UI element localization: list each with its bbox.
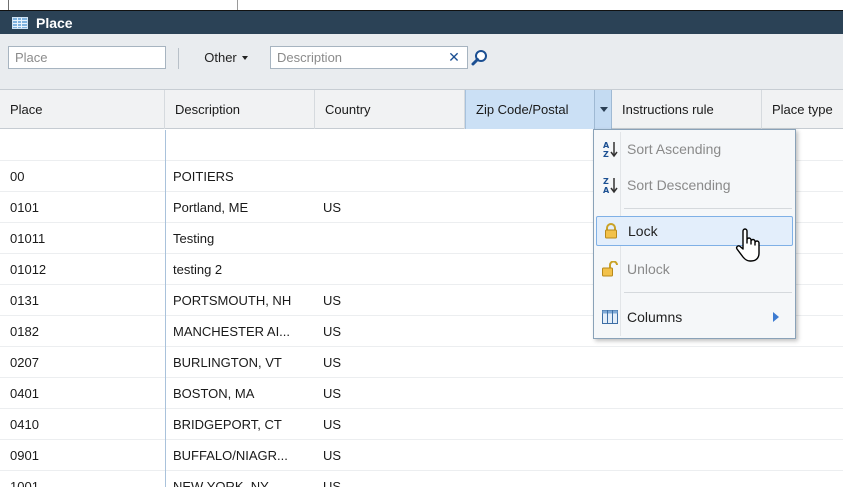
top-strip [0, 0, 843, 10]
cell-description: BURLINGTON, VT [173, 355, 282, 370]
cell-country: US [323, 293, 342, 308]
svg-text:A: A [603, 141, 610, 150]
search-icon[interactable] [470, 48, 490, 68]
column-divider [165, 130, 166, 487]
column-context-menu: A Z Sort Ascending Z A Sort Descending L… [593, 129, 796, 339]
cell-country: US [323, 324, 342, 339]
table-row[interactable]: 1001 NEW YORK, NY US [0, 471, 843, 487]
columns-icon [602, 308, 618, 326]
menu-label-columns: Columns [627, 309, 683, 325]
window-title: Place [36, 14, 73, 31]
cell-place: 0207 [10, 355, 39, 370]
cell-place: 01012 [10, 262, 47, 277]
menu-label-lock: Lock [628, 223, 658, 239]
menu-item-sort-descending[interactable]: Z A Sort Descending [596, 170, 793, 200]
column-header-description[interactable]: Description [165, 90, 315, 129]
cell-description: MANCHESTER AI... [173, 324, 291, 339]
cell-description: BRIDGEPORT, CT [173, 417, 282, 432]
svg-text:Z: Z [603, 177, 609, 186]
cell-place: 1001 [10, 479, 39, 487]
column-header-country[interactable]: Country [315, 90, 465, 129]
menu-divider [624, 292, 792, 293]
cell-place: 00 [10, 169, 25, 184]
cell-place: 0401 [10, 386, 39, 401]
cell-country [315, 223, 465, 254]
toolbar-separator [178, 48, 179, 69]
filter-toolbar: Other ✕ [0, 34, 843, 90]
sort-ascending-icon: A Z [602, 140, 618, 158]
column-header-zip-code[interactable]: Zip Code/Postal [465, 90, 595, 129]
place-filter-input[interactable] [8, 46, 166, 69]
menu-item-columns[interactable]: Columns [596, 302, 793, 332]
grid-header: Place Description Country Zip Code/Posta… [0, 90, 843, 129]
cell-country [315, 130, 465, 161]
cell-country: US [323, 417, 342, 432]
cell-description: POITIERS [173, 169, 234, 184]
caret-down-icon [241, 55, 248, 60]
cell-description [165, 130, 315, 161]
cell-place: 0182 [10, 324, 39, 339]
window-titlebar: Place [0, 10, 843, 34]
cell-description: Testing [173, 231, 215, 246]
column-header-place[interactable]: Place [0, 90, 165, 129]
submenu-arrow-icon [773, 312, 779, 322]
table-row[interactable]: 0410 BRIDGEPORT, CT US [0, 409, 843, 440]
cell-place: 0131 [10, 293, 39, 308]
cell-description: BOSTON, MA [173, 386, 255, 401]
description-filter-input[interactable] [270, 46, 468, 69]
cell-description: testing 2 [173, 262, 223, 277]
cell-description: PORTSMOUTH, NH [173, 293, 292, 308]
cell-country: US [323, 355, 342, 370]
table-row[interactable]: 0401 BOSTON, MA US [0, 378, 843, 409]
clear-icon[interactable]: ✕ [446, 48, 462, 66]
cell-description: NEW YORK, NY [173, 479, 269, 487]
cell-place: 0101 [10, 200, 39, 215]
lock-icon [603, 222, 619, 240]
hand-pointer-icon [732, 228, 764, 264]
top-divider-right [237, 0, 238, 10]
cell-country: US [323, 479, 342, 487]
menu-label-sort-descending: Sort Descending [627, 177, 731, 193]
menu-divider [624, 208, 792, 209]
cell-country: US [323, 386, 342, 401]
sort-descending-icon: Z A [602, 176, 618, 194]
top-divider-left [8, 0, 9, 10]
cell-place [0, 130, 165, 161]
cell-place: 0901 [10, 448, 39, 463]
menu-item-sort-ascending[interactable]: A Z Sort Ascending [596, 134, 793, 164]
table-icon [12, 16, 28, 29]
menu-label-unlock: Unlock [627, 261, 670, 277]
cell-country: US [323, 200, 342, 215]
column-header-place-type[interactable]: Place type [762, 90, 843, 129]
cell-country [315, 254, 465, 285]
cell-country: US [323, 448, 342, 463]
unlock-icon [602, 260, 618, 278]
svg-text:A: A [603, 186, 610, 194]
table-row[interactable]: 0901 BUFFALO/NIAGR... US [0, 440, 843, 471]
table-row[interactable]: 0207 BURLINGTON, VT US [0, 347, 843, 378]
cell-description: BUFFALO/NIAGR... [173, 448, 288, 463]
cell-place: 01011 [10, 231, 46, 246]
column-header-instructions-rule[interactable]: Instructions rule [612, 90, 762, 129]
cell-country [315, 161, 465, 192]
column-menu-trigger[interactable] [594, 90, 612, 129]
other-dropdown-label: Other [204, 50, 237, 65]
menu-label-sort-ascending: Sort Ascending [627, 141, 722, 157]
cell-place: 0410 [10, 417, 39, 432]
other-dropdown-button[interactable]: Other [186, 46, 266, 69]
svg-text:Z: Z [603, 150, 609, 158]
cell-description: Portland, ME [173, 200, 249, 215]
